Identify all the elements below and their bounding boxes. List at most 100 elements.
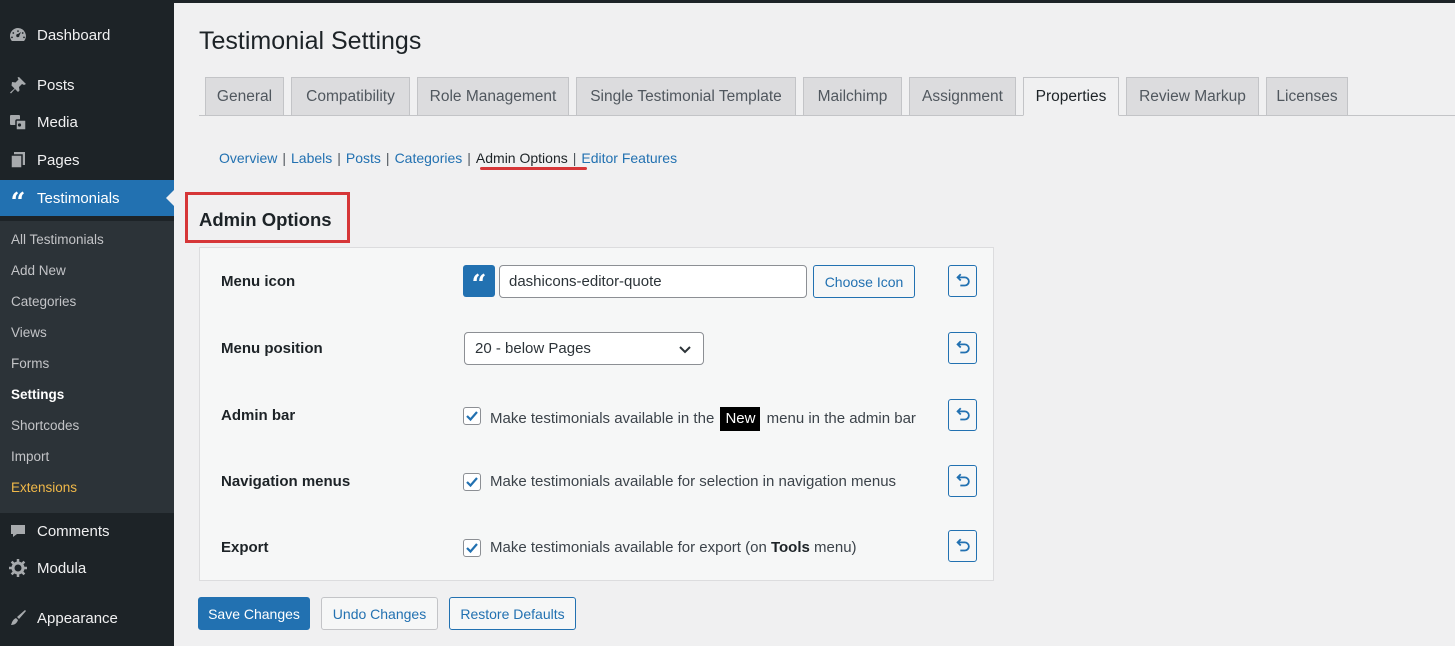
chevron-down-icon (679, 346, 691, 354)
reset-menu-icon-button[interactable] (948, 265, 977, 297)
subnav-separator: | (337, 150, 341, 166)
gear-icon (0, 558, 36, 578)
tab-properties[interactable]: Properties (1023, 77, 1119, 116)
subnav-overview[interactable]: Overview (219, 150, 277, 166)
settings-tabs: General Compatibility Role Management Si… (199, 77, 1455, 116)
comment-icon (0, 521, 36, 541)
subnav-posts[interactable]: Posts (346, 150, 381, 166)
export-label: Export (221, 539, 269, 556)
subnav-separator: | (385, 150, 390, 166)
admin-bar-label: Admin bar (221, 407, 296, 424)
export-checkbox[interactable] (463, 539, 481, 557)
navigation-menus-label: Navigation menus (221, 473, 351, 490)
page-title: Testimonial Settings (199, 27, 422, 55)
tab-assignment[interactable]: Assignment (909, 77, 1016, 116)
menu-item-pages[interactable]: Pages (0, 142, 174, 178)
undo-icon (955, 407, 970, 421)
subnav-categories[interactable]: Categories (395, 150, 463, 166)
export-text-after: menu) (814, 539, 857, 556)
restore-defaults-button[interactable]: Restore Defaults (449, 597, 576, 630)
menu-item-dashboard[interactable]: Dashboard (0, 17, 174, 53)
menu-item-comments[interactable]: Comments (0, 513, 174, 549)
admin-bar-checkbox[interactable] (463, 407, 481, 425)
undo-icon (955, 538, 970, 552)
subnav-separator: | (467, 150, 471, 166)
reset-menu-position-button[interactable] (948, 332, 977, 364)
menu-icon-input[interactable] (499, 265, 807, 298)
tab-review-markup[interactable]: Review Markup (1126, 77, 1259, 116)
menu-label: Posts (37, 76, 75, 94)
subnav-separator: | (282, 150, 286, 166)
checkmark-icon (466, 543, 478, 554)
menu-label: Appearance (37, 609, 118, 627)
tab-general[interactable]: General (205, 77, 284, 116)
submenu-item-extensions[interactable]: Extensions (11, 480, 77, 495)
menu-label: Dashboard (37, 26, 111, 44)
media-icon (0, 112, 36, 132)
undo-icon (955, 340, 970, 354)
subnav-editor-features[interactable]: Editor Features (581, 150, 677, 166)
tab-licenses[interactable]: Licenses (1266, 77, 1348, 116)
quote-icon: “ (463, 265, 495, 298)
menu-label: Modula (37, 559, 87, 577)
menu-item-media[interactable]: Media (0, 104, 174, 140)
tab-mailchimp[interactable]: Mailchimp (803, 77, 902, 116)
menu-item-appearance[interactable]: Appearance (0, 600, 174, 636)
undo-changes-button[interactable]: Undo Changes (321, 597, 438, 630)
annotation-underline (480, 167, 587, 170)
checkmark-icon (466, 411, 478, 422)
tab-role-management[interactable]: Role Management (417, 77, 569, 116)
dashboard-icon (0, 25, 36, 45)
subnav-labels[interactable]: Labels (291, 150, 332, 166)
admin-bar-text-before: Make testimonials available in the (490, 410, 715, 427)
pages-icon (0, 150, 36, 170)
submenu-item-views[interactable]: Views (11, 325, 47, 340)
submenu-item-settings[interactable]: Settings (11, 387, 64, 402)
export-description: Make testimonials available for export (… (490, 539, 857, 556)
undo-icon (955, 273, 970, 287)
menu-position-label: Menu position (221, 340, 323, 357)
reset-navigation-menus-button[interactable] (948, 465, 977, 497)
tab-compatibility[interactable]: Compatibility (291, 77, 410, 116)
properties-subnav: Overview | Labels | Posts | Categories | Admin O… (219, 150, 677, 166)
brush-icon (0, 608, 36, 628)
admin-bar-text-after: menu in the admin bar (766, 410, 916, 427)
undo-icon (955, 473, 970, 487)
admin-top-bar (0, 0, 1455, 3)
testimonials-submenu: All Testimonials Add New Categories View… (0, 221, 174, 513)
menu-icon-label: Menu icon (221, 273, 296, 290)
menu-item-testimonials[interactable]: “ Testimonials (0, 180, 174, 218)
navigation-menus-description: Make testimonials available for selectio… (490, 473, 897, 490)
submenu-item-import[interactable]: Import (11, 449, 49, 464)
admin-bar-description: Make testimonials available in the New m… (490, 407, 916, 431)
subnav-separator: | (572, 150, 577, 166)
menu-label: Media (37, 113, 78, 131)
menu-position-value: 20 - below Pages (475, 340, 591, 357)
submenu-item-add-new[interactable]: Add New (11, 263, 66, 278)
admin-sidebar: Dashboard Posts Media Pages “ Testimonia… (0, 0, 174, 646)
checkmark-icon (466, 477, 478, 488)
reset-export-button[interactable] (948, 530, 977, 562)
menu-item-posts[interactable]: Posts (0, 67, 174, 103)
new-badge: New (720, 407, 761, 431)
menu-label: Comments (37, 522, 110, 540)
navigation-menus-checkbox[interactable] (463, 473, 481, 491)
menu-label: Pages (37, 151, 80, 169)
tools-menu-name: Tools (770, 539, 810, 556)
section-title: Admin Options (199, 209, 332, 230)
submenu-item-shortcodes[interactable]: Shortcodes (11, 418, 79, 433)
subnav-admin-options[interactable]: Admin Options (476, 150, 568, 166)
submenu-item-all-testimonials[interactable]: All Testimonials (11, 232, 104, 247)
pin-icon (0, 75, 36, 95)
submenu-item-categories[interactable]: Categories (11, 294, 76, 309)
quote-icon: “ (10, 187, 26, 218)
active-menu-arrow (166, 190, 174, 206)
menu-position-select[interactable]: 20 - below Pages (464, 332, 704, 365)
export-text-before: Make testimonials available for export (… (490, 539, 767, 556)
tab-single-testimonial-template[interactable]: Single Testimonial Template (576, 77, 796, 116)
reset-admin-bar-button[interactable] (948, 399, 977, 431)
choose-icon-button[interactable]: Choose Icon (813, 265, 915, 298)
menu-item-modula[interactable]: Modula (0, 550, 174, 586)
save-changes-button[interactable]: Save Changes (198, 597, 310, 630)
submenu-item-forms[interactable]: Forms (11, 356, 49, 371)
